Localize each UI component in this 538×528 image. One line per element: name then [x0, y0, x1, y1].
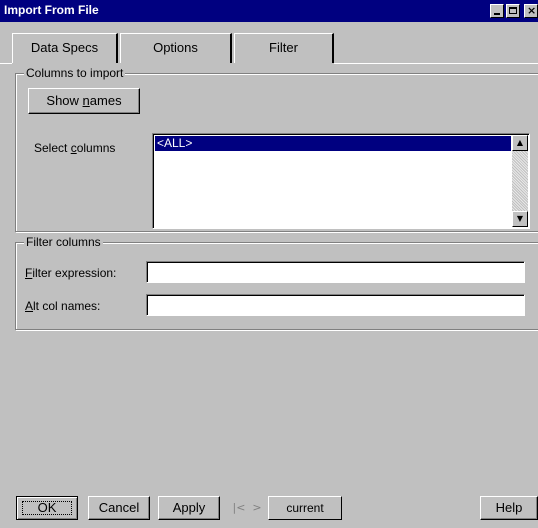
title-bar: Import From File ×: [0, 0, 538, 22]
prev-record-icon[interactable]: >: [250, 496, 264, 520]
scroll-down-arrow-icon[interactable]: ▼: [512, 211, 528, 227]
filter-expression-label: Filter expression:: [25, 266, 117, 280]
maximize-button[interactable]: [506, 4, 520, 18]
show-names-button[interactable]: Show names: [28, 88, 140, 114]
close-button[interactable]: ×: [524, 4, 538, 18]
apply-button[interactable]: Apply: [158, 496, 220, 520]
columns-group-legend: Columns to import: [24, 66, 126, 80]
scroll-up-arrow-icon[interactable]: ▲: [512, 135, 528, 151]
list-item[interactable]: <ALL>: [155, 136, 511, 151]
record-navigator: |< > current: [230, 496, 342, 520]
ok-button[interactable]: OK: [16, 496, 78, 520]
columns-listbox[interactable]: <ALL> ▲ ▼: [152, 133, 530, 229]
focus-rect: [22, 501, 72, 515]
filter-group-legend: Filter columns: [24, 235, 103, 249]
minimize-icon: [494, 13, 500, 15]
window-title: Import From File: [4, 3, 99, 17]
tab-data-specs[interactable]: Data Specs: [12, 33, 118, 63]
maximize-icon: [509, 7, 517, 14]
listbox-scrollbar[interactable]: ▲ ▼: [512, 135, 528, 227]
help-button[interactable]: Help: [480, 496, 538, 520]
tab-filter[interactable]: Filter: [234, 33, 334, 63]
filter-columns-group: Filter columns: [15, 235, 538, 330]
minimize-button[interactable]: [490, 4, 504, 18]
tab-divider: [0, 63, 12, 64]
first-record-icon[interactable]: |<: [232, 496, 246, 520]
current-button[interactable]: current: [268, 496, 342, 520]
alt-col-names-field[interactable]: [146, 294, 525, 316]
select-columns-label: Select columns: [34, 141, 116, 155]
tab-divider: [334, 63, 538, 64]
close-icon: ×: [527, 4, 537, 17]
cancel-button[interactable]: Cancel: [88, 496, 150, 520]
alt-col-names-label: Alt col names:: [25, 299, 101, 313]
filter-expression-field[interactable]: [146, 261, 525, 283]
tab-options[interactable]: Options: [120, 33, 232, 63]
